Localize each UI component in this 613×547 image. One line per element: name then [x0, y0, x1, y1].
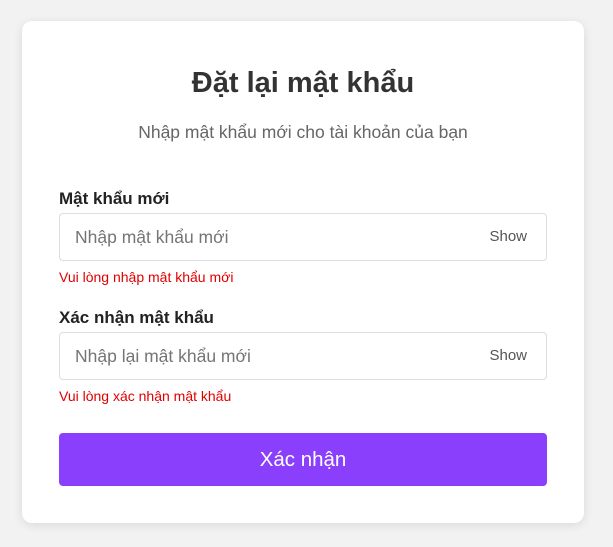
confirm-password-error: Vui lòng xác nhận mật khẩu: [59, 388, 232, 404]
confirm-password-input[interactable]: [60, 333, 460, 379]
new-password-show-button[interactable]: Show: [489, 214, 527, 260]
submit-button[interactable]: Xác nhận: [59, 433, 547, 486]
new-password-field: Show: [59, 213, 547, 261]
new-password-label: Mật khẩu mới: [59, 189, 170, 208]
page-title: Đặt lại mật khẩu: [191, 67, 415, 99]
page-subtitle: Nhập mật khẩu mới cho tài khoản của bạn: [138, 122, 468, 142]
confirm-password-field: Show: [59, 332, 547, 380]
new-password-input[interactable]: [60, 214, 460, 260]
confirm-password-label: Xác nhận mật khẩu: [59, 308, 214, 327]
new-password-error: Vui lòng nhập mật khẩu mới: [59, 269, 234, 285]
reset-password-card: Đặt lại mật khẩu Nhập mật khẩu mới cho t…: [22, 21, 584, 523]
confirm-password-show-button[interactable]: Show: [489, 333, 527, 379]
